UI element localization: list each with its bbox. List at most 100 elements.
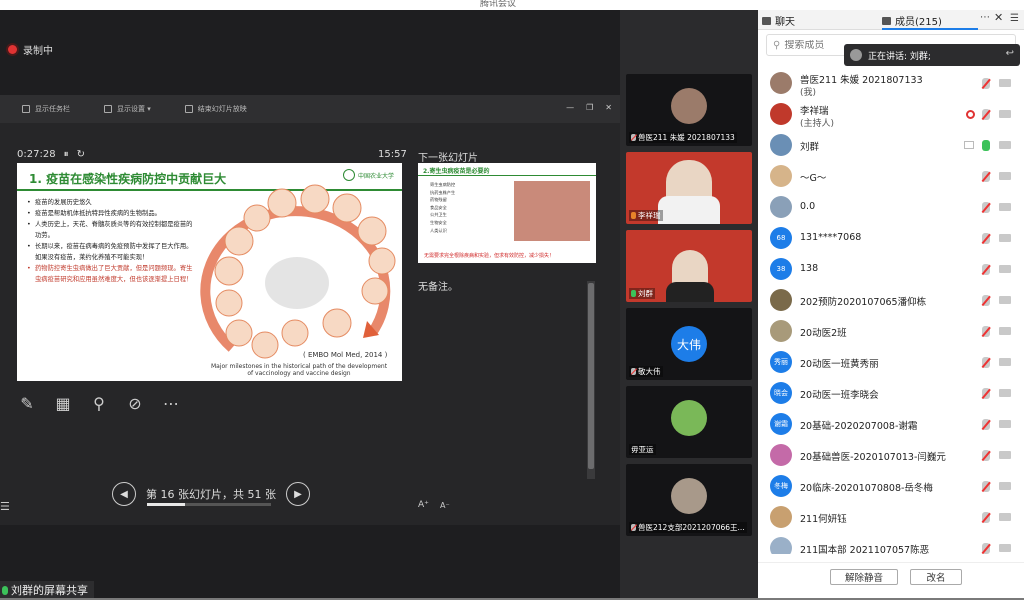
mic-muted-icon[interactable] bbox=[982, 78, 990, 89]
notes-scrollbar-thumb[interactable] bbox=[588, 283, 594, 469]
pen-icon[interactable]: ✎ bbox=[17, 393, 37, 413]
close-icon[interactable]: ✕ bbox=[994, 11, 1003, 24]
show-taskbar-button[interactable]: 显示任务栏 bbox=[22, 104, 70, 114]
next-slide-image bbox=[514, 181, 590, 241]
mic-muted-icon[interactable] bbox=[982, 357, 990, 368]
display-settings-button[interactable]: 显示设置 ▾ bbox=[104, 104, 151, 114]
mic-muted-icon[interactable] bbox=[982, 419, 990, 430]
video-tile[interactable]: 兽医211 朱媛 2021807133 bbox=[626, 74, 752, 146]
mic-muted-icon[interactable] bbox=[982, 171, 990, 182]
next-slide-button[interactable]: ▶ bbox=[285, 482, 310, 506]
camera-off-icon[interactable] bbox=[999, 389, 1011, 397]
camera-off-icon[interactable] bbox=[999, 544, 1011, 552]
avatar: 晓会 bbox=[770, 382, 792, 404]
mic-muted-icon[interactable] bbox=[982, 202, 990, 213]
camera-off-icon[interactable] bbox=[999, 420, 1011, 428]
mic-muted-icon[interactable] bbox=[982, 450, 990, 461]
mic-muted-icon[interactable] bbox=[982, 543, 990, 554]
member-row[interactable]: 20基础兽医-2020107013-闫巍元 bbox=[758, 440, 1024, 471]
pause-icon[interactable]: ⏸ bbox=[64, 149, 69, 160]
member-row[interactable]: 68 131****7068 bbox=[758, 223, 1024, 254]
camera-off-icon[interactable] bbox=[999, 482, 1011, 490]
mic-muted-icon[interactable] bbox=[982, 512, 990, 523]
avatar bbox=[770, 134, 792, 156]
member-row[interactable]: ～G～ bbox=[758, 161, 1024, 192]
camera-off-icon[interactable] bbox=[999, 234, 1011, 242]
slide-figure-caption: Major milestones in the historical path … bbox=[210, 363, 388, 377]
mic-muted-icon[interactable] bbox=[982, 388, 990, 399]
previous-slide-button[interactable]: ◀ bbox=[112, 482, 136, 506]
member-row[interactable]: 冬梅 20临床-20201070808-岳冬梅 bbox=[758, 471, 1024, 502]
zoom-icon[interactable]: ⚲ bbox=[89, 393, 109, 413]
menu-icon[interactable]: ☰ bbox=[1010, 13, 1019, 24]
member-row[interactable]: 211何妍钰 bbox=[758, 502, 1024, 533]
member-row[interactable]: 晓会 20动医一班李晓会 bbox=[758, 378, 1024, 409]
close-icon[interactable]: ✕ bbox=[605, 103, 612, 112]
decrease-font-icon[interactable]: A⁻ bbox=[440, 501, 450, 510]
camera-off-icon[interactable] bbox=[999, 451, 1011, 459]
camera-off-icon[interactable] bbox=[999, 172, 1011, 180]
mic-muted-icon[interactable] bbox=[982, 295, 990, 306]
next-slide-title: 2.寄生虫病疫苗是必要的 bbox=[423, 168, 490, 175]
video-tile[interactable]: 李祥瑞 bbox=[626, 152, 752, 224]
camera-off-icon[interactable] bbox=[999, 79, 1011, 87]
mic-muted-icon[interactable] bbox=[982, 481, 990, 492]
chat-icon bbox=[762, 16, 771, 25]
notes-scrollbar[interactable] bbox=[587, 281, 595, 479]
mic-muted-icon[interactable] bbox=[982, 109, 990, 120]
hamburger-menu-icon[interactable]: ☰ bbox=[0, 500, 10, 513]
display-settings-label: 显示设置 ▾ bbox=[117, 105, 151, 113]
member-row[interactable]: 兽医211 朱媛 2021807133 (我) bbox=[758, 68, 1024, 99]
black-screen-icon[interactable]: ⊘ bbox=[125, 393, 145, 413]
member-row[interactable]: 202预防2020107065潘仰栋 bbox=[758, 285, 1024, 316]
more-options-icon[interactable]: ⋯ bbox=[980, 12, 990, 23]
speaking-indicator: 正在讲话: 刘群; ↩ bbox=[844, 44, 1020, 66]
camera-off-icon[interactable] bbox=[999, 296, 1011, 304]
camera-off-icon[interactable] bbox=[999, 110, 1011, 118]
member-row[interactable]: 20动医2班 bbox=[758, 316, 1024, 347]
unmute-all-button[interactable]: 解除静音 bbox=[830, 569, 898, 585]
tab-chat[interactable]: 聊天 bbox=[762, 13, 795, 28]
camera-off-icon[interactable] bbox=[999, 203, 1011, 211]
mic-muted-icon[interactable] bbox=[982, 233, 990, 244]
video-tile[interactable]: 大伟 敬大伟 bbox=[626, 308, 752, 380]
presenter-view: 显示任务栏 显示设置 ▾ 结束幻灯片放映 — ❐ ✕ 0:27:28 ⏸ ↻ 1… bbox=[0, 95, 620, 525]
minimize-icon[interactable]: — bbox=[566, 103, 574, 112]
video-tile[interactable]: 毋亚运 bbox=[626, 386, 752, 458]
camera-off-icon[interactable] bbox=[999, 265, 1011, 273]
end-slideshow-button[interactable]: 结束幻灯片放映 bbox=[184, 104, 247, 114]
speaker-notes[interactable]: 无备注。 bbox=[418, 278, 596, 293]
member-row[interactable]: 0.0 bbox=[758, 192, 1024, 223]
member-row[interactable]: 刘群 bbox=[758, 130, 1024, 161]
member-row[interactable]: 秀丽 20动医一班黄秀丽 bbox=[758, 347, 1024, 378]
current-slide[interactable]: 1. 疫苗在感染性疾病防控中贡献巨大 中国农业大学 疫苗的发展历史悠久疫苗是帮助… bbox=[17, 163, 402, 381]
video-tile-name: 刘群 bbox=[629, 288, 655, 299]
member-row[interactable]: 谢霜 20基础-2020207008-谢霜 bbox=[758, 409, 1024, 440]
reset-timer-icon[interactable]: ↻ bbox=[77, 149, 85, 160]
tab-members[interactable]: 成员(215) bbox=[882, 13, 942, 28]
recording-indicator[interactable]: 录制中 bbox=[8, 42, 53, 57]
member-name: 刘群 bbox=[800, 142, 820, 153]
increase-font-icon[interactable]: A⁺ bbox=[418, 500, 429, 510]
camera-off-icon[interactable] bbox=[999, 141, 1011, 149]
mic-muted-icon[interactable] bbox=[982, 326, 990, 337]
mic-muted-icon[interactable] bbox=[982, 264, 990, 275]
member-name: 202预防2020107065潘仰栋 bbox=[800, 297, 927, 308]
camera-off-icon[interactable] bbox=[999, 327, 1011, 335]
reply-arrow-icon[interactable]: ↩ bbox=[1006, 48, 1014, 59]
member-row[interactable]: 38 138 bbox=[758, 254, 1024, 285]
video-tile[interactable]: 兽医212支部2021207066王... bbox=[626, 464, 752, 536]
camera-off-icon[interactable] bbox=[999, 513, 1011, 521]
next-slide-preview[interactable]: 2.寄生虫病疫苗是必要的 寄生虫病防控 抗药虫株产生 药物残留 食品安全 公共卫生 生物安… bbox=[418, 163, 596, 263]
rename-button[interactable]: 改名 bbox=[910, 569, 962, 585]
more-options-icon[interactable]: ⋯ bbox=[161, 393, 181, 413]
mic-on-icon[interactable] bbox=[982, 140, 990, 151]
member-row[interactable]: 211国本部 2021107057陈恶 bbox=[758, 533, 1024, 554]
restore-icon[interactable]: ❐ bbox=[586, 103, 593, 112]
avatar bbox=[770, 103, 792, 125]
see-all-slides-icon[interactable]: ▦ bbox=[53, 393, 73, 413]
video-tile[interactable]: 刘群 bbox=[626, 230, 752, 302]
member-row[interactable]: 李祥瑞 (主持人) bbox=[758, 99, 1024, 130]
camera-off-icon[interactable] bbox=[999, 358, 1011, 366]
video-tile-name: 毋亚运 bbox=[629, 444, 656, 455]
